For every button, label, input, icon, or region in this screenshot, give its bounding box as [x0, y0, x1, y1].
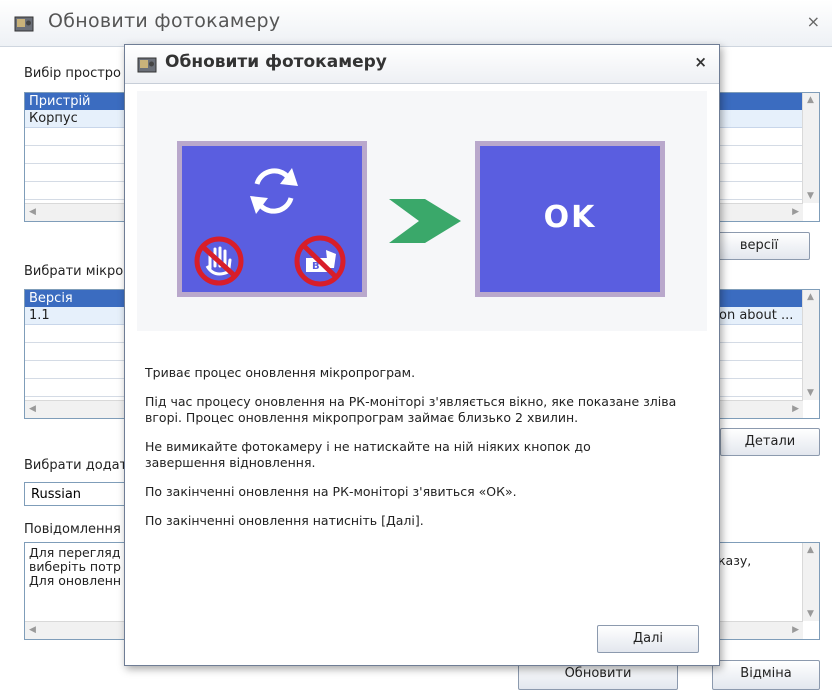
update-dialog: Обновити фотокамеру × B OK Триває процес…	[124, 44, 720, 666]
background-title-bar: Обновити фотокамеру ×	[0, 0, 832, 47]
instruction-paragraph: По закінченні оновлення натисніть [Далі]…	[145, 513, 424, 528]
message-right-text: казу,	[718, 553, 752, 568]
instruction-paragraph: Триває процес оновлення мікропрограм.	[145, 365, 416, 380]
cancel-button[interactable]: Відміна	[712, 660, 820, 690]
section4-label: Повідомлення	[24, 522, 121, 537]
details-button[interactable]: Детали	[720, 428, 820, 456]
dialog-title: Обновити фотокамеру	[165, 52, 387, 72]
dialog-close-icon[interactable]: ×	[694, 53, 707, 71]
ok-text: OK	[543, 200, 597, 235]
instruction-paragraph: Не вимикайте фотокамеру і не натискайте …	[145, 439, 591, 470]
message-vscroll[interactable]: ▲ ▼	[802, 543, 819, 621]
update-illustration: B OK	[137, 91, 707, 331]
section2-label: Вибрати мікро	[24, 264, 124, 279]
instruction-paragraph: Під час процесу оновлення на РК-моніторі…	[145, 394, 677, 425]
section1-label: Вибір простро	[24, 66, 122, 81]
version-info: on about ...	[719, 308, 794, 323]
language-select[interactable]: Russian	[24, 482, 134, 506]
version-value: 1.1	[29, 308, 50, 323]
no-battery-icon: B	[294, 235, 346, 287]
dialog-instructions: Триває процес оновлення мікропрограм. Пі…	[145, 365, 695, 542]
instruction-paragraph: По закінченні оновлення на РК-моніторі з…	[145, 484, 517, 499]
lcd-ok-panel: OK	[475, 141, 665, 297]
camera-icon	[137, 57, 157, 73]
camera-icon	[14, 16, 34, 32]
dialog-title-bar: Обновити фотокамеру ×	[125, 45, 719, 84]
next-button[interactable]: Далі	[597, 625, 699, 653]
versions-button[interactable]: версії	[708, 232, 810, 260]
lcd-updating-panel: B	[177, 141, 367, 297]
background-window-title: Обновити фотокамеру	[48, 10, 281, 32]
section3-label: Вибрати додат	[24, 458, 128, 473]
background-close-icon[interactable]: ×	[807, 12, 820, 31]
device-list-vscroll[interactable]: ▲ ▼	[802, 93, 819, 203]
no-touch-icon	[194, 236, 244, 286]
version-list-vscroll[interactable]: ▲ ▼	[802, 290, 819, 400]
arrow-right-icon	[389, 199, 461, 243]
